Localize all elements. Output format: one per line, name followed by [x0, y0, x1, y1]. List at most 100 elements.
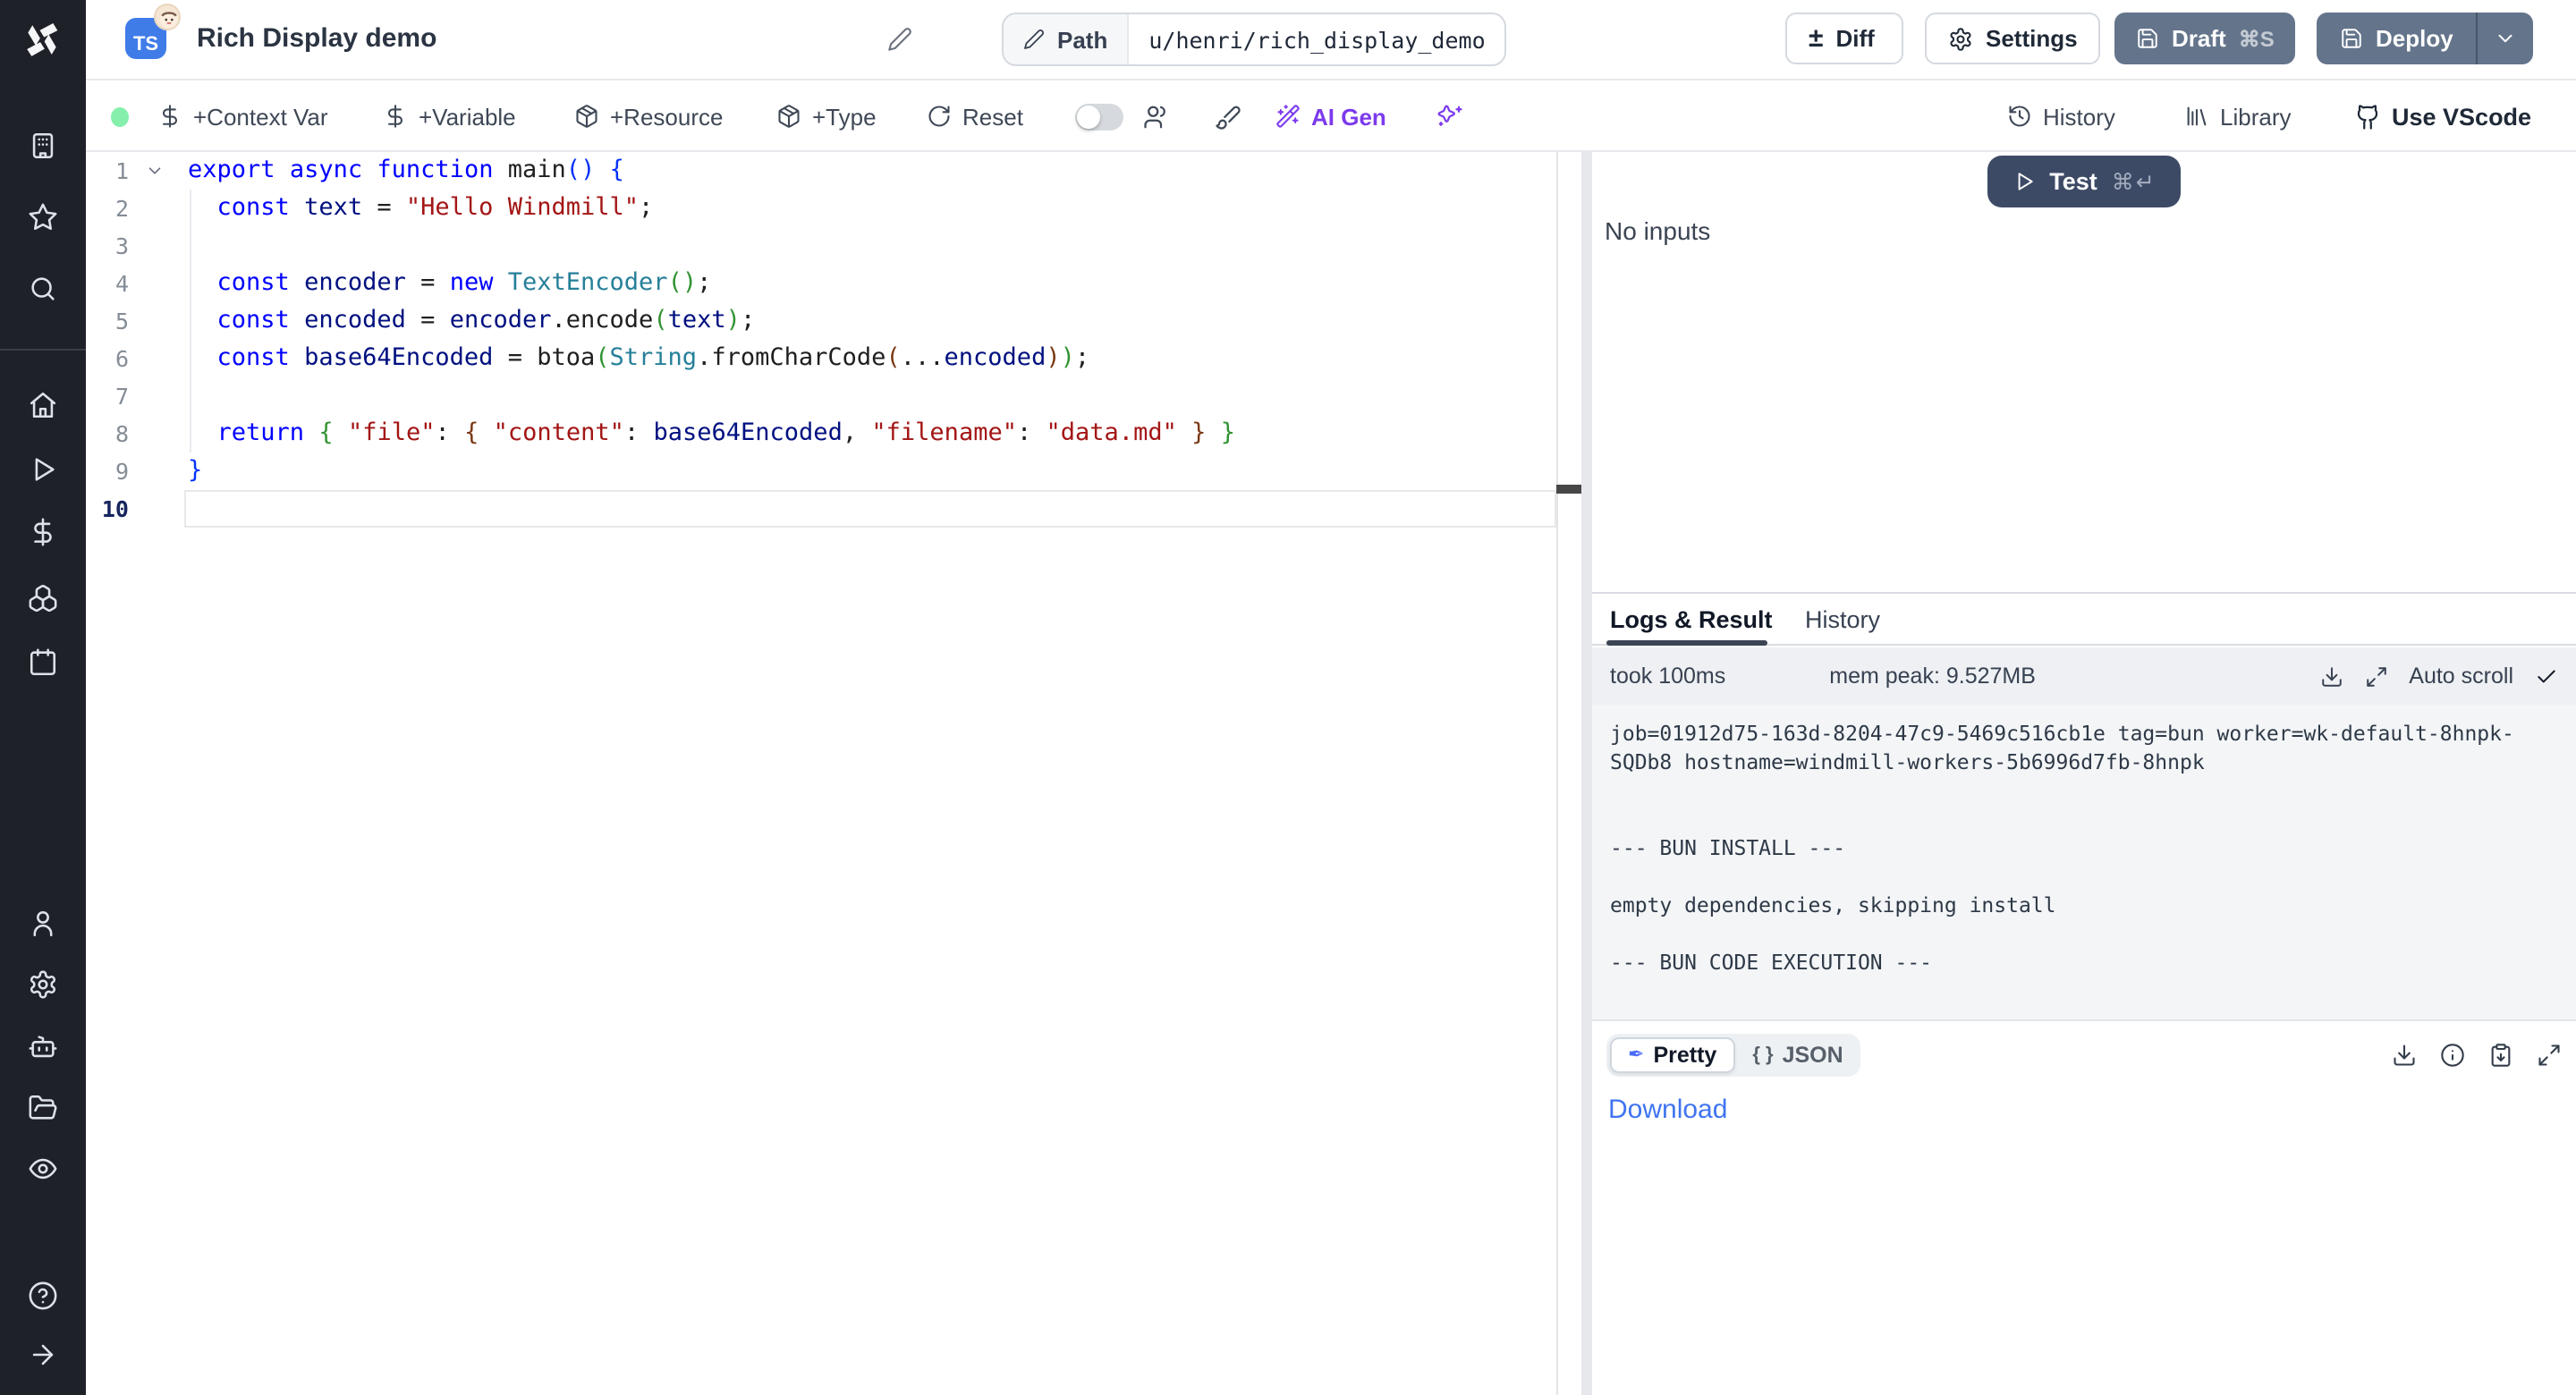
folders-icon[interactable] [28, 1093, 58, 1123]
package-icon [574, 104, 599, 129]
code-line: const text = "Hello Windmill"; [188, 190, 653, 227]
code-editor[interactable]: 12345678910 export async function main()… [86, 152, 1581, 1395]
line-number: 3 [86, 227, 129, 265]
draft-label: Draft [2172, 25, 2226, 52]
variables-dollar-icon[interactable] [28, 517, 58, 547]
logs-text: job=01912d75-163d-8204-47c9-5469c516cb1e… [1610, 719, 2558, 976]
path-field[interactable]: Path u/henri/rich_display_demo [1002, 13, 1507, 66]
ai-gen-label: AI Gen [1311, 103, 1386, 130]
sidebar-divider [0, 349, 86, 351]
active-tab-underline [1606, 640, 1767, 646]
windmill-logo-icon[interactable] [23, 20, 63, 59]
reset-button[interactable]: Reset [927, 80, 1023, 152]
edit-summary-pencil-icon[interactable] [887, 27, 912, 52]
format-brush-icon[interactable] [1215, 80, 1241, 152]
status-dot [111, 107, 129, 127]
favorites-star-icon[interactable] [28, 202, 58, 232]
test-label: Test [2049, 168, 2097, 195]
no-inputs-text: No inputs [1605, 216, 1710, 245]
dollar-icon [157, 104, 182, 129]
run-panel: Test ⌘↵ No inputs Logs & Result History … [1592, 152, 2576, 1395]
save-icon [2136, 27, 2159, 50]
schedules-calendar-icon[interactable] [28, 647, 58, 678]
package-icon [776, 104, 801, 129]
pretty-view-button[interactable]: ✒ Pretty [1610, 1037, 1734, 1073]
use-vscode-label: Use VScode [2392, 103, 2531, 130]
library-icon [2184, 104, 2209, 129]
add-context-var-button[interactable]: +Context Var [157, 80, 328, 152]
add-resource-button[interactable]: +Resource [574, 80, 723, 152]
autoscroll-check-icon[interactable] [2535, 664, 2558, 688]
json-view-button[interactable]: { } JSON [1738, 1037, 1857, 1073]
draft-button[interactable]: Draft ⌘S [2114, 13, 2296, 64]
library-button[interactable]: Library [2184, 80, 2292, 152]
result-view-switcher: ✒ Pretty { } JSON [1606, 1034, 1861, 1077]
resources-boxes-icon[interactable] [28, 583, 58, 613]
diff-button[interactable]: ± Diff [1785, 13, 1903, 64]
expand-sidebar-arrow-icon[interactable] [28, 1340, 58, 1370]
sparkles-icon[interactable] [1436, 80, 1463, 152]
rotate-icon [927, 104, 952, 129]
info-icon[interactable] [2440, 1043, 2465, 1068]
toggle-knob [1077, 106, 1100, 129]
copy-clipboard-icon[interactable] [2488, 1043, 2513, 1068]
expand-logs-icon[interactable] [2364, 664, 2387, 688]
autoscroll-label: Auto scroll [2409, 664, 2513, 689]
add-variable-button[interactable]: +Variable [383, 80, 516, 152]
search-icon[interactable] [28, 274, 58, 304]
download-result-icon[interactable] [2392, 1043, 2417, 1068]
help-icon[interactable] [28, 1281, 58, 1311]
add-context-var-label: +Context Var [193, 103, 328, 130]
settings-gear-icon[interactable] [28, 969, 58, 1000]
deploy-dropdown-button[interactable] [2477, 13, 2534, 64]
multiplayer-users-icon[interactable] [1143, 80, 1170, 152]
test-shortcut: ⌘↵ [2112, 168, 2157, 195]
vscode-cat-icon [2354, 103, 2381, 130]
download-link[interactable]: Download [1608, 1095, 1727, 1125]
path-value[interactable]: u/henri/rich_display_demo [1129, 14, 1504, 64]
code-line: const encoded = encoder.encode(text); [188, 302, 755, 340]
script-title: Rich Display demo [197, 23, 436, 54]
braces-icon: { } [1752, 1044, 1773, 1066]
panel-splitter[interactable] [1581, 152, 1592, 1395]
fullscreen-result-icon[interactable] [2537, 1043, 2562, 1068]
mem-peak: mem peak: 9.527MB [1829, 664, 2036, 689]
overview-cursor-marker [1556, 485, 1581, 494]
history-clock-icon [2007, 104, 2032, 129]
fold-chevron-icon[interactable] [145, 161, 165, 181]
code-line: const base64Encoded = btoa(String.fromCh… [188, 340, 1089, 377]
deploy-label: Deploy [2376, 25, 2453, 52]
history-button[interactable]: History [2007, 80, 2115, 152]
download-logs-icon[interactable] [2319, 664, 2343, 688]
sidebar [0, 0, 86, 1395]
took-duration: took 100ms [1610, 664, 1725, 689]
save-icon [2340, 27, 2363, 50]
settings-button[interactable]: Settings [1925, 13, 2101, 64]
line-number: 10 [86, 490, 129, 528]
line-number: 5 [86, 302, 129, 340]
history-label: History [2043, 103, 2115, 130]
add-type-button[interactable]: +Type [776, 80, 877, 152]
workers-robot-icon[interactable] [28, 1032, 58, 1062]
user-icon[interactable] [28, 909, 58, 939]
workspace-icon[interactable] [28, 131, 58, 161]
overview-ruler [1556, 152, 1558, 1395]
pretty-label: Pretty [1653, 1043, 1716, 1068]
path-edit-segment[interactable]: Path [1004, 14, 1129, 64]
dollar-icon [383, 104, 408, 129]
line-number: 6 [86, 340, 129, 377]
draft-shortcut: ⌘S [2239, 26, 2275, 51]
test-button[interactable]: Test ⌘↵ [1987, 156, 2182, 207]
plus-minus-icon: ± [1809, 25, 1823, 52]
library-label: Library [2220, 103, 2292, 130]
runs-play-icon[interactable] [28, 454, 58, 485]
tab-history[interactable]: History [1805, 594, 1880, 646]
multiplayer-toggle[interactable] [1075, 104, 1123, 131]
user-avatar [154, 4, 181, 30]
use-vscode-button[interactable]: Use VScode [2354, 80, 2531, 152]
home-icon[interactable] [28, 390, 58, 420]
tab-logs-result[interactable]: Logs & Result [1610, 594, 1773, 646]
audit-eye-icon[interactable] [28, 1154, 58, 1184]
deploy-button[interactable]: Deploy [2317, 13, 2477, 64]
ai-gen-button[interactable]: AI Gen [1275, 80, 1386, 152]
